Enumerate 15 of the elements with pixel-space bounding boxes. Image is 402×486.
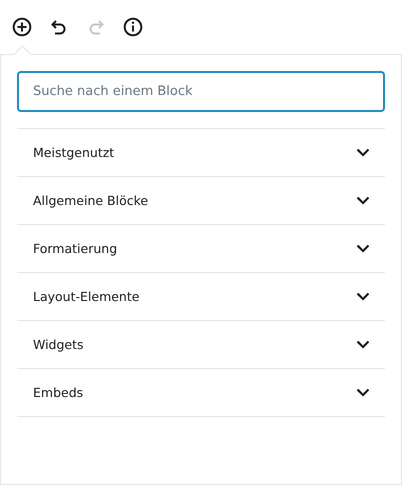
category-toggle[interactable]: Widgets [17, 321, 385, 369]
chevron-icon [356, 244, 370, 253]
chevron-icon [356, 196, 370, 205]
add-icon-button[interactable] [12, 17, 32, 37]
chevron-icon [356, 148, 370, 157]
search-field[interactable]: Suche nach einem Block [17, 71, 385, 112]
chevron-icon [356, 292, 370, 301]
chevron-icon [356, 388, 370, 397]
category-toggle[interactable]: Layout-Elemente [17, 273, 385, 321]
chevron-icon [356, 340, 370, 349]
info-icon-button[interactable] [123, 17, 143, 37]
category-toggle[interactable]: Embeds [17, 369, 385, 417]
category-toggle[interactable]: Meistgenutzt [17, 129, 385, 177]
category-toggle[interactable]: Formatierung [17, 225, 385, 273]
category-toggle[interactable]: Allgemeine Blöcke [17, 177, 385, 225]
